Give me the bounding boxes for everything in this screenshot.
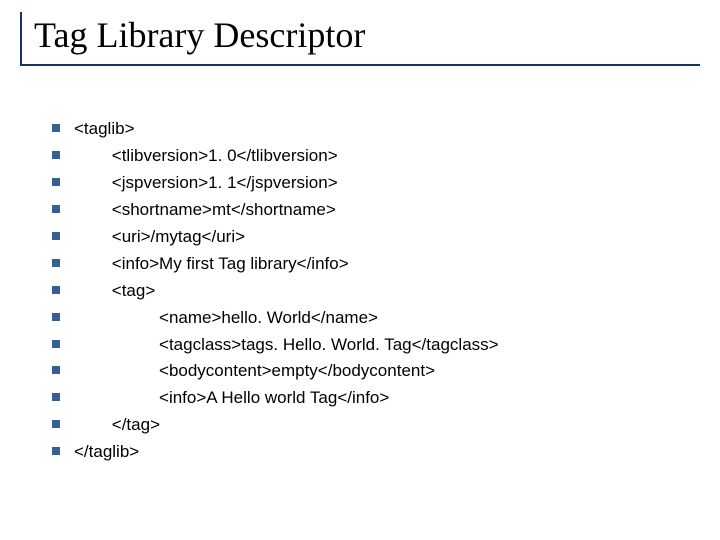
code-text: </taglib>: [74, 441, 139, 464]
title-container: Tag Library Descriptor: [20, 12, 700, 66]
code-text: <taglib>: [74, 118, 135, 141]
code-line: <info>A Hello world Tag</info>: [52, 387, 690, 410]
slide-title: Tag Library Descriptor: [34, 16, 700, 56]
bullet-icon: [52, 340, 60, 348]
bullet-icon: [52, 286, 60, 294]
code-text: <tag>: [74, 280, 155, 303]
code-text: <tlibversion>1. 0</tlibversion>: [74, 145, 338, 168]
code-block: <taglib> <tlibversion>1. 0</tlibversion>…: [52, 118, 690, 468]
code-line: <tagclass>tags. Hello. World. Tag</tagcl…: [52, 334, 690, 357]
code-line: <bodycontent>empty</bodycontent>: [52, 360, 690, 383]
code-line: <uri>/mytag</uri>: [52, 226, 690, 249]
slide: Tag Library Descriptor <taglib> <tlibver…: [0, 0, 720, 540]
bullet-icon: [52, 205, 60, 213]
code-text: <info>A Hello world Tag</info>: [74, 387, 389, 410]
code-text: <shortname>mt</shortname>: [74, 199, 336, 222]
code-text: <tagclass>tags. Hello. World. Tag</tagcl…: [74, 334, 499, 357]
code-text: <jspversion>1. 1</jspversion>: [74, 172, 338, 195]
bullet-icon: [52, 259, 60, 267]
bullet-icon: [52, 366, 60, 374]
code-line: <name>hello. World</name>: [52, 307, 690, 330]
bullet-icon: [52, 447, 60, 455]
code-line: <info>My first Tag library</info>: [52, 253, 690, 276]
code-line: </taglib>: [52, 441, 690, 464]
code-line: </tag>: [52, 414, 690, 437]
code-line: <jspversion>1. 1</jspversion>: [52, 172, 690, 195]
bullet-icon: [52, 313, 60, 321]
bullet-icon: [52, 151, 60, 159]
code-text: </tag>: [74, 414, 160, 437]
code-text: <uri>/mytag</uri>: [74, 226, 245, 249]
code-text: <info>My first Tag library</info>: [74, 253, 349, 276]
bullet-icon: [52, 393, 60, 401]
code-line: <taglib>: [52, 118, 690, 141]
code-text: <bodycontent>empty</bodycontent>: [74, 360, 435, 383]
code-text: <name>hello. World</name>: [74, 307, 378, 330]
bullet-icon: [52, 178, 60, 186]
title-rule: Tag Library Descriptor: [20, 12, 700, 66]
bullet-icon: [52, 124, 60, 132]
bullet-icon: [52, 232, 60, 240]
bullet-icon: [52, 420, 60, 428]
code-line: <tag>: [52, 280, 690, 303]
code-line: <shortname>mt</shortname>: [52, 199, 690, 222]
code-line: <tlibversion>1. 0</tlibversion>: [52, 145, 690, 168]
